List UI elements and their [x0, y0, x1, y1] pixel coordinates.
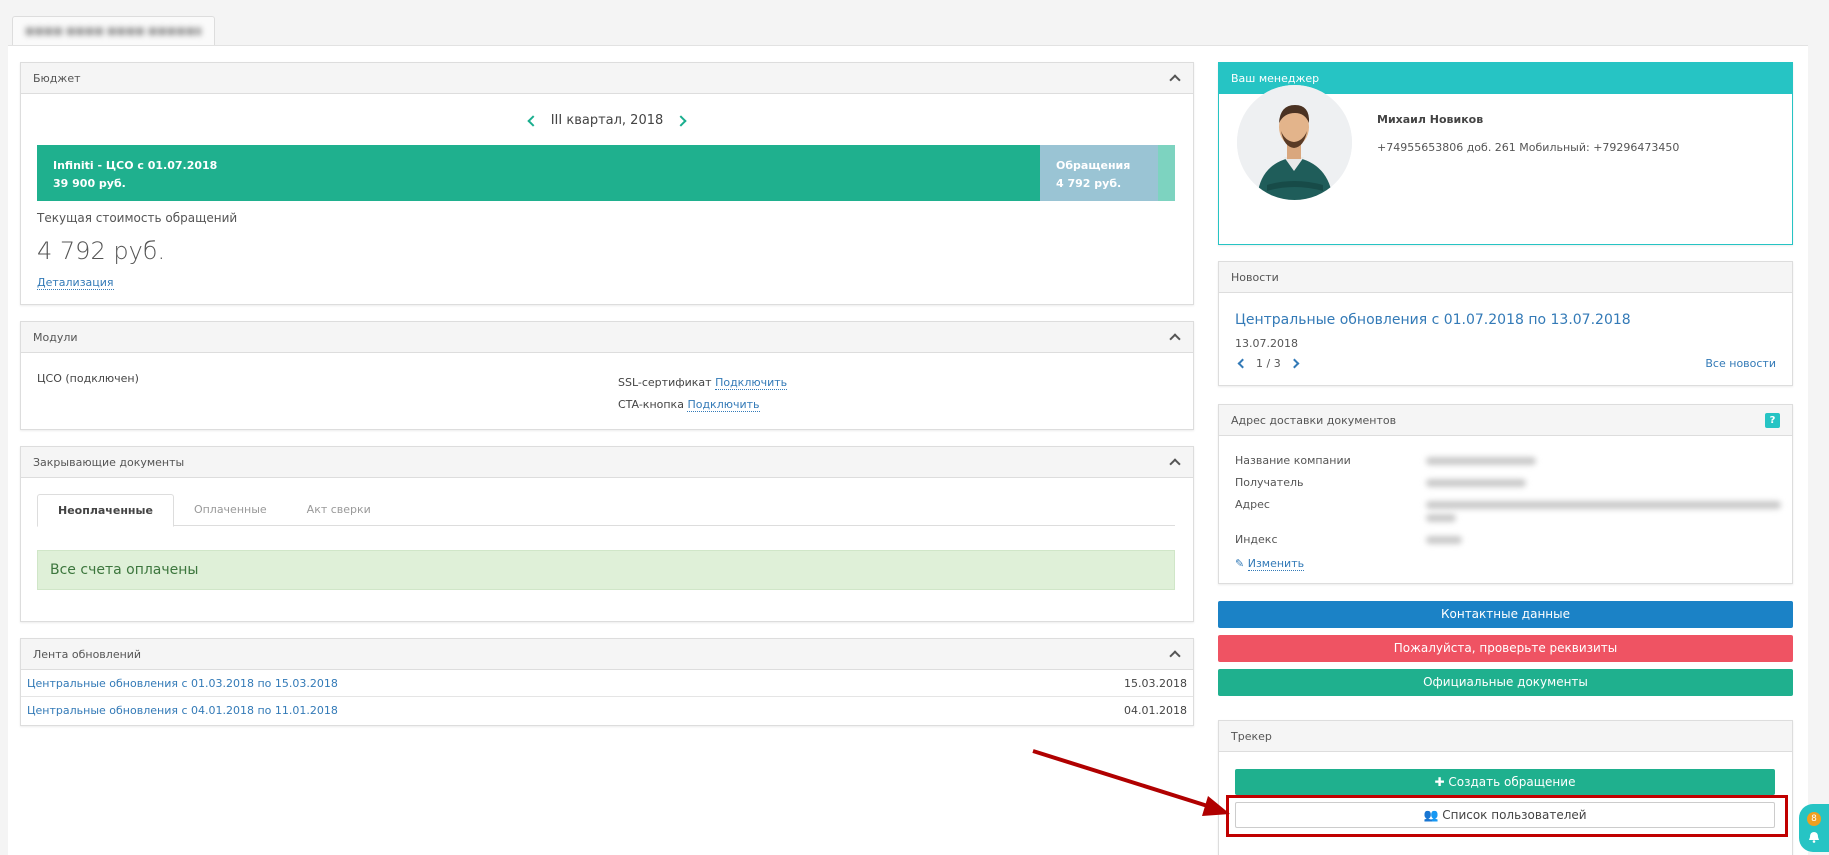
- edit-address-label: Изменить: [1247, 557, 1305, 571]
- news-panel: Новости Центральные обновления с 01.07.2…: [1218, 261, 1793, 386]
- create-request-button[interactable]: ✚ Создать обращение: [1235, 769, 1775, 795]
- cost-label: Текущая стоимость обращений: [37, 211, 238, 225]
- address-value-index: [1426, 536, 1462, 544]
- budget-panel: Бюджет III квартал, 2018 Infiniti - ЦСО …: [20, 62, 1194, 305]
- connect-ssl-link[interactable]: Подключить: [715, 376, 788, 390]
- manager-name: Михаил Новиков: [1377, 113, 1484, 126]
- manager-avatar: [1237, 85, 1352, 200]
- annotation-arrow-icon: [1032, 749, 1230, 816]
- quarter-label: III квартал, 2018: [550, 113, 664, 128]
- delivery-address-title: Адрес доставки документов: [1231, 413, 1397, 427]
- address-label-address: Адрес: [1235, 498, 1270, 511]
- cost-value: 4 792 руб.: [37, 237, 166, 265]
- module-cso: ЦСО (подключен): [37, 372, 139, 385]
- address-value-company: [1426, 457, 1536, 465]
- feed-row-date: 04.01.2018: [1124, 704, 1187, 717]
- tracker-panel-title: Трекер: [1231, 729, 1272, 743]
- manager-phone: +74955653806 доб. 261 Мобильный: +792964…: [1377, 141, 1680, 154]
- manager-panel-title: Ваш менеджер: [1231, 71, 1320, 85]
- closing-docs-header[interactable]: Закрывающие документы: [21, 447, 1193, 478]
- module-cta: CTA-кнопка Подключить: [618, 394, 787, 416]
- feed-row: Центральные обновления с 01.03.2018 по 1…: [21, 670, 1193, 697]
- create-request-label: Создать обращение: [1448, 775, 1576, 789]
- module-list-right: SSL-сертификат Подключить CTA-кнопка Под…: [618, 372, 788, 416]
- address-value-address-2: [1426, 514, 1456, 522]
- closing-docs-title: Закрывающие документы: [33, 455, 185, 469]
- news-pager: 1 / 3: [1235, 357, 1302, 370]
- news-panel-header: Новости: [1219, 262, 1792, 293]
- budget-panel-title: Бюджет: [33, 71, 81, 85]
- budget-bar-remainder: [1158, 145, 1175, 201]
- notifications-widget[interactable]: 8: [1799, 804, 1829, 852]
- account-tab-label: ■■■■ ■■■■ ■■■■ ■■■■■■: [25, 26, 201, 37]
- all-paid-alert: Все счета оплачены: [37, 550, 1175, 590]
- modules-panel-header[interactable]: Модули: [21, 322, 1193, 353]
- news-date: 13.07.2018: [1235, 337, 1298, 350]
- contact-details-button[interactable]: Контактные данные: [1218, 601, 1793, 628]
- requests-label: Обращения: [1056, 159, 1131, 172]
- delivery-address-header: Адрес доставки документов ?: [1219, 405, 1792, 436]
- collapse-icon[interactable]: [1167, 455, 1181, 469]
- next-quarter-icon[interactable]: [675, 114, 688, 127]
- help-icon[interactable]: ?: [1765, 412, 1780, 428]
- connect-cta-link[interactable]: Подключить: [687, 398, 760, 412]
- edit-address-link[interactable]: ✎ Изменить: [1235, 557, 1305, 571]
- prev-news-icon[interactable]: [1237, 358, 1248, 369]
- collapse-icon[interactable]: [1167, 71, 1181, 85]
- bell-icon: [1809, 832, 1819, 843]
- tab-reconciliation[interactable]: Акт сверки: [287, 494, 391, 525]
- address-label-recipient: Получатель: [1235, 476, 1304, 489]
- tracker-panel-header: Трекер: [1219, 721, 1792, 752]
- account-tab[interactable]: ■■■■ ■■■■ ■■■■ ■■■■■■: [12, 16, 215, 46]
- budget-panel-header[interactable]: Бюджет: [21, 63, 1193, 94]
- feed-row-link[interactable]: Центральные обновления с 01.03.2018 по 1…: [27, 677, 338, 690]
- updates-feed-panel: Лента обновлений Центральные обновления …: [20, 638, 1194, 726]
- address-value-address: [1426, 501, 1781, 509]
- tariff-amount: 39 900 руб.: [53, 177, 126, 190]
- collapse-icon[interactable]: [1167, 330, 1181, 344]
- updates-feed-header[interactable]: Лента обновлений: [21, 639, 1193, 670]
- news-page-indicator: 1 / 3: [1256, 357, 1281, 370]
- address-label-index: Индекс: [1235, 533, 1278, 546]
- prev-quarter-icon[interactable]: [526, 114, 539, 127]
- collapse-icon[interactable]: [1167, 647, 1181, 661]
- feed-row-date: 15.03.2018: [1124, 676, 1187, 690]
- notification-count-badge: 8: [1807, 812, 1821, 826]
- plus-icon: ✚: [1434, 775, 1445, 789]
- module-cta-label: CTA-кнопка: [618, 398, 684, 411]
- tab-paid[interactable]: Оплаченные: [174, 494, 287, 525]
- news-panel-title: Новости: [1231, 270, 1279, 284]
- pencil-icon: ✎: [1235, 557, 1245, 570]
- budget-bar-requests: Обращения 4 792 руб.: [1040, 145, 1158, 201]
- updates-feed-title: Лента обновлений: [33, 647, 142, 661]
- person-photo-icon: [1237, 85, 1352, 200]
- modules-panel-title: Модули: [33, 330, 78, 344]
- tariff-name: Infiniti - ЦСО с 01.07.2018: [53, 159, 218, 172]
- manager-panel: Ваш менеджер Михаил Новиков +74955653806…: [1218, 62, 1793, 245]
- quarter-navigator: III квартал, 2018: [21, 113, 1193, 128]
- news-headline-link[interactable]: Центральные обновления с 01.07.2018 по 1…: [1235, 312, 1631, 328]
- feed-row: Центральные обновления с 04.01.2018 по 1…: [21, 697, 1193, 724]
- modules-panel: Модули ЦСО (подключен) SSL-сертификат По…: [20, 321, 1194, 430]
- docs-tabs: Неоплаченные Оплаченные Акт сверки: [37, 494, 1175, 527]
- budget-bar: Infiniti - ЦСО с 01.07.2018 39 900 руб. …: [37, 145, 1175, 201]
- detail-link[interactable]: Детализация: [37, 276, 114, 290]
- module-ssl: SSL-сертификат Подключить: [618, 372, 788, 394]
- feed-row-link[interactable]: Центральные обновления с 04.01.2018 по 1…: [27, 704, 338, 717]
- address-label-company: Название компании: [1235, 454, 1351, 467]
- requests-amount: 4 792 руб.: [1056, 177, 1122, 190]
- annotation-highlight-box: [1226, 795, 1788, 837]
- all-news-link[interactable]: Все новости: [1705, 357, 1776, 370]
- budget-bar-tariff: Infiniti - ЦСО с 01.07.2018 39 900 руб.: [37, 145, 1040, 201]
- official-documents-button[interactable]: Официальные документы: [1218, 669, 1793, 696]
- delivery-address-panel: Адрес доставки документов ? Название ком…: [1218, 404, 1793, 584]
- module-ssl-label: SSL-сертификат: [618, 376, 712, 389]
- address-value-recipient: [1426, 479, 1526, 487]
- check-details-button[interactable]: Пожалуйста, проверьте реквизиты: [1218, 635, 1793, 662]
- closing-docs-panel: Закрывающие документы Неоплаченные Оплач…: [20, 446, 1194, 622]
- next-news-icon[interactable]: [1289, 358, 1300, 369]
- tab-unpaid[interactable]: Неоплаченные: [37, 494, 174, 527]
